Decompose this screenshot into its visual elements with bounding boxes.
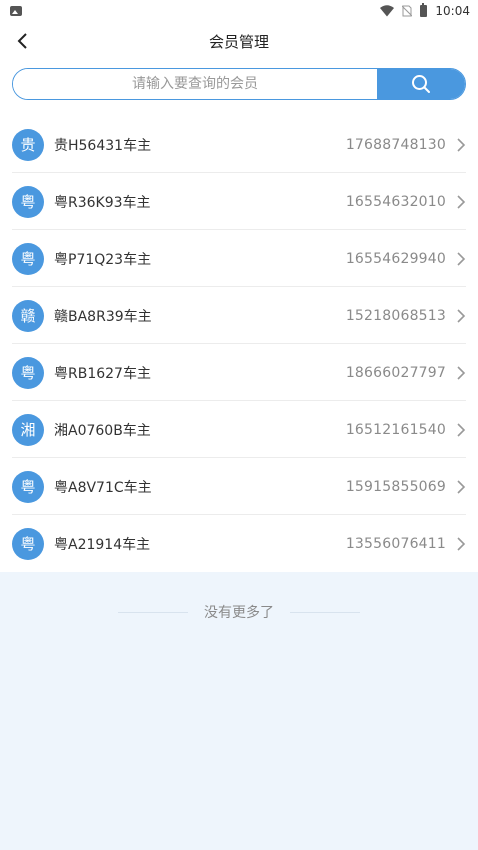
member-row[interactable]: 赣 赣BA8R39车主 15218068513	[0, 287, 478, 344]
province-avatar: 赣	[12, 299, 44, 332]
member-phone: 15218068513	[345, 307, 446, 324]
search-icon	[412, 75, 430, 93]
wifi-icon	[380, 5, 395, 17]
battery-icon	[420, 3, 428, 17]
member-row[interactable]: 粤 粤A8V71C车主 15915855069	[0, 458, 478, 515]
member-phone: 17688748130	[345, 136, 446, 153]
footer-divider-right	[290, 612, 360, 613]
member-row[interactable]: 粤 粤R36K93车主 16554632010	[0, 173, 478, 230]
chevron-left-icon	[17, 33, 27, 49]
province-avatar: 贵	[12, 128, 44, 161]
status-left	[10, 6, 22, 16]
search-bar	[0, 60, 478, 116]
status-time: 10:04	[435, 4, 470, 18]
member-plate: 粤A8V71C车主	[54, 479, 152, 496]
nav-bar: 会员管理	[0, 22, 478, 60]
member-row[interactable]: 粤 粤P71Q23车主 16554629940	[0, 230, 478, 287]
chevron-right-icon	[457, 308, 466, 323]
member-plate: 贵H56431车主	[54, 137, 152, 154]
member-plate: 赣BA8R39车主	[54, 308, 152, 325]
member-phone: 16512161540	[345, 421, 446, 438]
chevron-right-icon	[457, 194, 466, 209]
chevron-right-icon	[457, 536, 466, 551]
status-right: 10:04	[380, 3, 470, 18]
member-list: 贵 贵H56431车主 17688748130 粤 粤R36K93车主 1655…	[0, 116, 478, 572]
member-plate: 粤A21914车主	[54, 536, 151, 553]
province-avatar: 粤	[12, 356, 44, 389]
member-plate: 粤R36K93车主	[54, 194, 151, 211]
member-plate: 湘A0760B车主	[54, 422, 151, 439]
member-phone: 16554632010	[345, 193, 446, 210]
member-phone: 18666027797	[345, 364, 446, 381]
chevron-right-icon	[457, 137, 466, 152]
member-row[interactable]: 粤 粤A21914车主 13556076411	[0, 515, 478, 572]
no-sim-icon	[402, 5, 413, 17]
gallery-notification-icon	[10, 6, 22, 16]
no-more-text: 没有更多了	[204, 605, 274, 621]
province-avatar: 粤	[12, 185, 44, 218]
status-bar: 10:04	[0, 0, 478, 22]
page-title: 会员管理	[208, 32, 269, 51]
chevron-right-icon	[457, 251, 466, 266]
search-box	[12, 68, 466, 100]
chevron-right-icon	[457, 479, 466, 494]
search-button[interactable]	[377, 69, 465, 99]
province-avatar: 粤	[12, 242, 44, 275]
member-phone: 15915855069	[345, 478, 446, 495]
province-avatar: 粤	[12, 470, 44, 503]
chevron-right-icon	[457, 422, 466, 437]
member-row[interactable]: 贵 贵H56431车主 17688748130	[0, 116, 478, 173]
member-row[interactable]: 湘 湘A0760B车主 16512161540	[0, 401, 478, 458]
member-plate: 粤P71Q23车主	[54, 251, 152, 268]
search-input[interactable]	[13, 69, 377, 99]
list-footer: 没有更多了	[0, 572, 478, 652]
member-phone: 16554629940	[345, 250, 446, 267]
member-plate: 粤RB1627车主	[54, 365, 151, 382]
back-button[interactable]	[10, 29, 34, 53]
member-phone: 13556076411	[345, 535, 446, 552]
province-avatar: 粤	[12, 527, 44, 560]
member-row[interactable]: 粤 粤RB1627车主 18666027797	[0, 344, 478, 401]
chevron-right-icon	[457, 365, 466, 380]
province-avatar: 湘	[12, 413, 44, 446]
footer-divider-left	[118, 612, 188, 613]
